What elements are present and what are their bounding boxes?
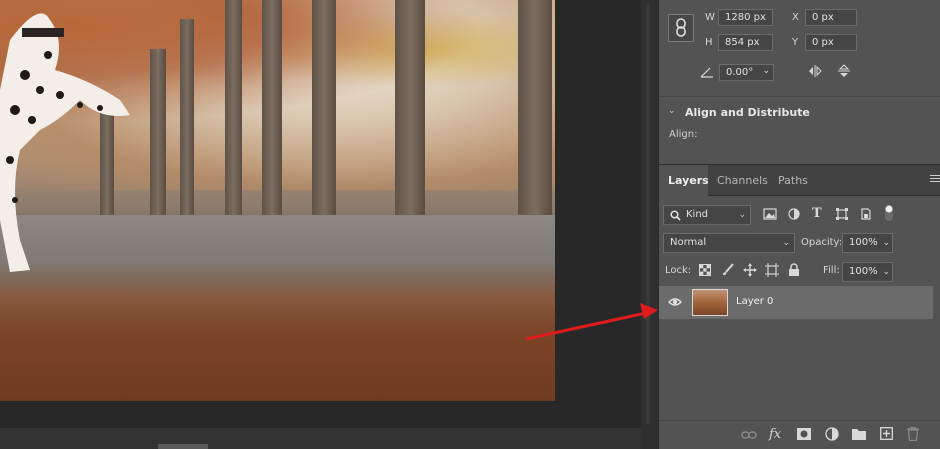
properties-transform: W 1280 px X 0 px H 854 px Y 0 px 0.00° ⌄ [659, 0, 940, 95]
tree-trunk [225, 0, 242, 219]
smart-object-filter-icon[interactable] [860, 208, 872, 220]
link-dimensions-button[interactable] [668, 14, 694, 42]
tree-trunk [262, 0, 282, 219]
flip-horizontal-icon[interactable] [807, 64, 823, 78]
y-field[interactable]: 0 px [805, 34, 857, 51]
lock-label: Lock: [665, 265, 692, 276]
angle-field[interactable]: 0.00° ⌄ [719, 64, 774, 81]
layers-panel: Layers Channels Paths Kind ⌄ T Normal ⌄ … [659, 164, 940, 449]
height-label: H [705, 37, 713, 48]
document-image[interactable] [0, 0, 555, 401]
vertical-scroll-thumb[interactable] [646, 4, 650, 424]
chevron-down-icon: ⌄ [762, 66, 770, 76]
align-label: Align: [669, 129, 698, 140]
new-layer-icon[interactable] [880, 427, 893, 440]
tree-trunk [395, 0, 425, 219]
dalmatian-dog [0, 13, 130, 272]
opacity-field[interactable]: 100% ⌄ [842, 233, 893, 253]
link-icon [676, 18, 686, 37]
tree-trunk [180, 19, 194, 219]
document-canvas-area[interactable] [0, 0, 641, 449]
lock-all-icon[interactable] [788, 263, 800, 277]
layers-bottom-toolbar: fx [659, 420, 940, 449]
x-field[interactable]: 0 px [805, 9, 857, 26]
flip-vertical-icon[interactable] [837, 63, 851, 79]
adjustment-filter-icon[interactable] [788, 208, 800, 220]
horizontal-scroll-thumb[interactable] [158, 444, 208, 449]
panel-tabs: Layers Channels Paths [659, 165, 940, 196]
filter-kind-label: Kind [686, 209, 709, 220]
layer-name[interactable]: Layer 0 [736, 296, 773, 307]
layer-row[interactable]: Layer 0 [659, 286, 933, 319]
folder-icon[interactable] [852, 428, 866, 440]
filter-kind-select[interactable]: Kind ⌄ [663, 205, 751, 225]
right-panel: W 1280 px X 0 px H 854 px Y 0 px 0.00° ⌄… [658, 0, 940, 449]
blend-mode-label: Normal [670, 237, 707, 248]
opacity-label: Opacity: [801, 237, 843, 248]
width-label: W [705, 12, 715, 23]
fill-field[interactable]: 100% ⌄ [842, 262, 893, 282]
fill-value: 100% [849, 266, 878, 277]
x-label: X [792, 12, 799, 23]
height-field[interactable]: 854 px [718, 34, 773, 51]
align-distribute-title[interactable]: Align and Distribute [685, 106, 810, 119]
filter-toggle-icon[interactable] [884, 204, 894, 222]
tree-trunk [312, 0, 336, 219]
type-filter-icon[interactable]: T [812, 206, 822, 221]
mask-icon[interactable] [797, 428, 811, 440]
fx-icon[interactable]: fx [769, 427, 781, 442]
eye-icon[interactable] [668, 297, 682, 307]
width-field[interactable]: 1280 px [718, 9, 773, 26]
chevron-down-icon: ⌄ [882, 267, 890, 277]
angle-value: 0.00° [726, 67, 754, 78]
image-leaves [0, 262, 555, 401]
chevron-down-icon: ⌄ [882, 238, 890, 248]
opacity-value: 100% [849, 237, 878, 248]
chevron-down-icon: ⌄ [738, 210, 746, 220]
fill-label: Fill: [823, 265, 840, 276]
shape-filter-icon[interactable] [836, 208, 848, 220]
tree-trunk [150, 49, 166, 219]
tab-layers[interactable]: Layers [659, 165, 709, 196]
adjustment-layer-icon[interactable] [825, 427, 839, 441]
tab-paths[interactable]: Paths [769, 165, 817, 196]
tab-channels[interactable]: Channels [708, 165, 777, 196]
search-icon [670, 210, 681, 221]
blend-mode-select[interactable]: Normal ⌄ [663, 233, 795, 253]
angle-icon [700, 67, 713, 78]
vertical-scrollbar[interactable] [641, 0, 658, 449]
chevron-down-icon: ⌄ [782, 238, 790, 248]
link-layers-icon[interactable] [741, 430, 757, 440]
horizontal-scrollbar[interactable] [0, 428, 641, 449]
layer-thumbnail[interactable] [692, 289, 728, 316]
panel-menu-icon[interactable] [930, 175, 940, 182]
trash-icon[interactable] [907, 427, 919, 441]
lock-move-icon[interactable] [743, 263, 757, 277]
lock-artboard-icon[interactable] [765, 263, 779, 277]
collapse-chevron-icon[interactable]: ⌄ [668, 106, 676, 116]
image-filter-icon[interactable] [763, 208, 777, 220]
lock-brush-icon[interactable] [721, 263, 735, 277]
y-label: Y [792, 37, 799, 48]
align-distribute-section: ⌄ Align and Distribute Align: [659, 96, 940, 162]
tree-trunk [518, 0, 552, 219]
lock-pixels-icon[interactable] [699, 264, 711, 276]
